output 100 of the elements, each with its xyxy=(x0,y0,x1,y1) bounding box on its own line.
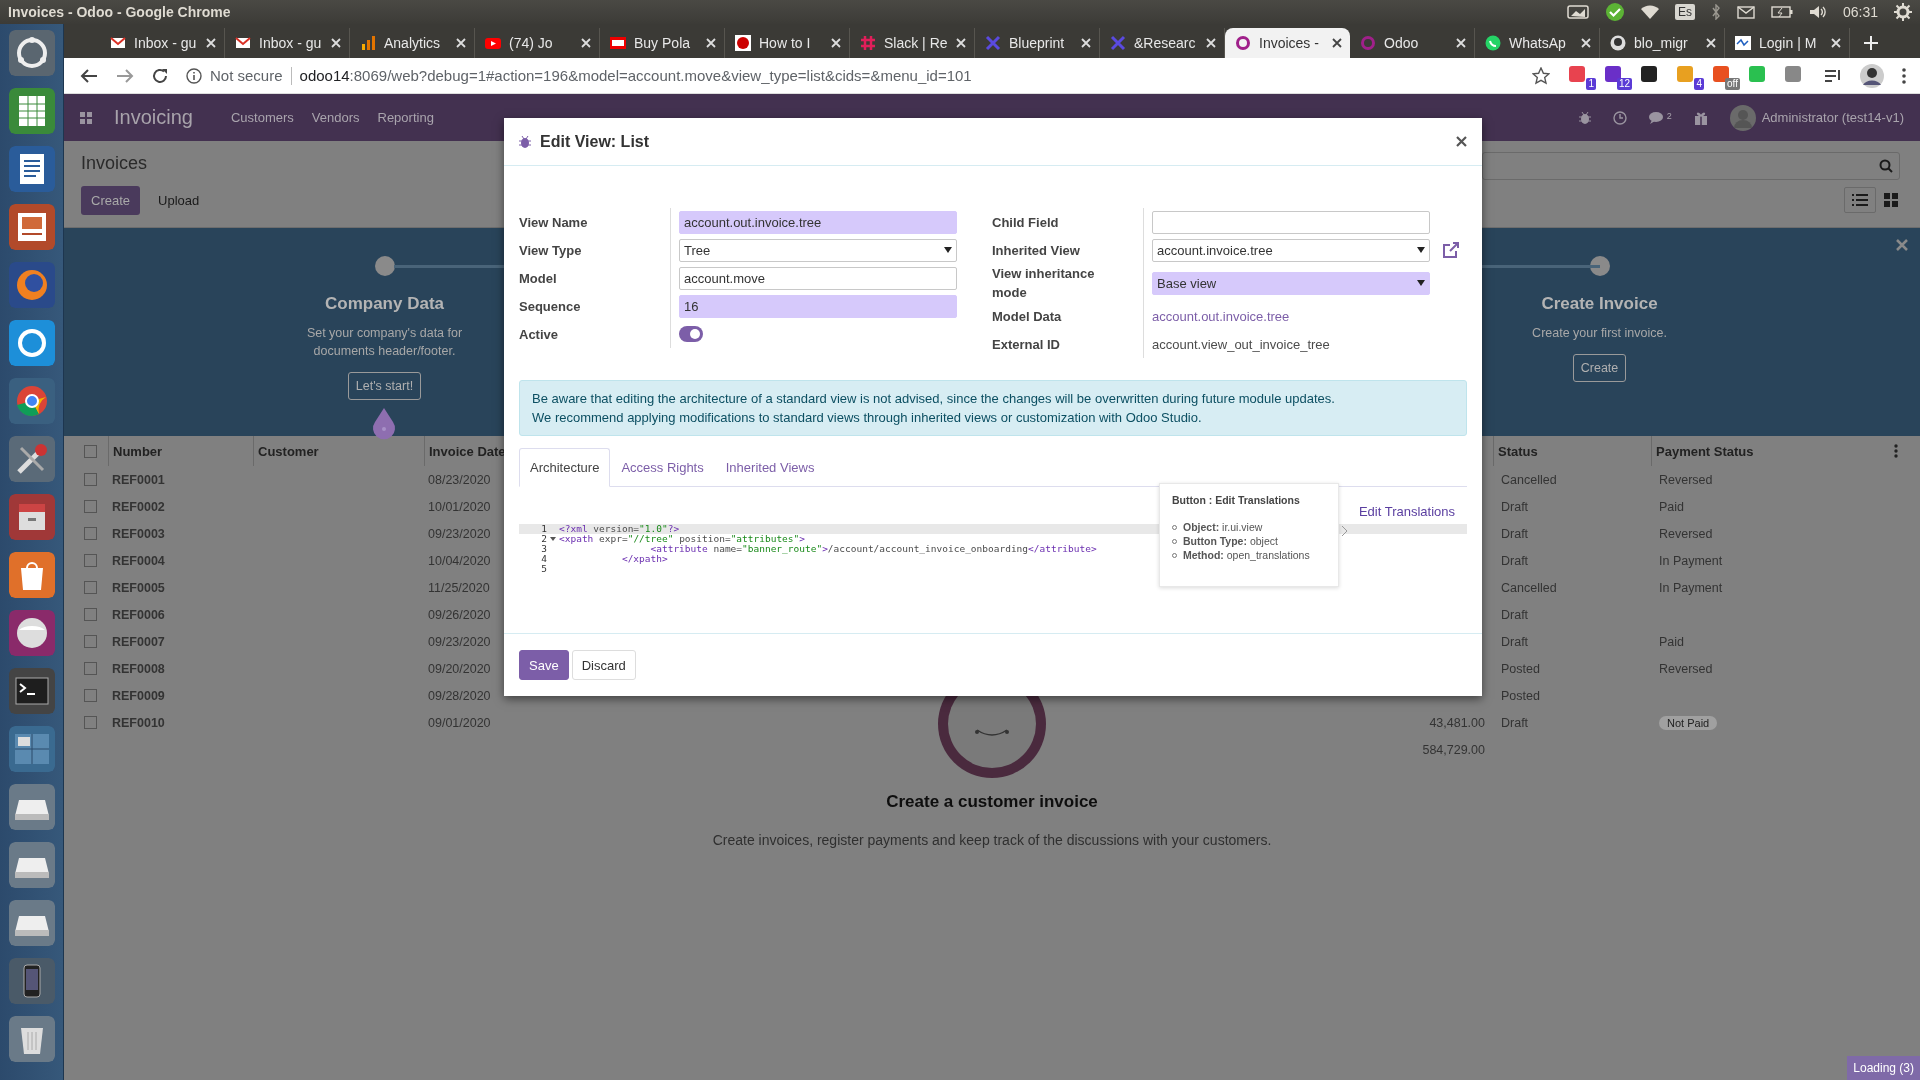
spreadsheet-icon[interactable] xyxy=(8,88,55,134)
options-icon[interactable] xyxy=(1894,444,1898,458)
close-button[interactable] xyxy=(1456,136,1467,147)
reload-icon[interactable] xyxy=(152,67,168,84)
tools-icon[interactable] xyxy=(8,436,55,482)
step-title: Company Data xyxy=(325,294,444,314)
caret-icon[interactable] xyxy=(1417,247,1425,253)
table-cell: REF0005 xyxy=(112,580,165,595)
column-header[interactable]: Customer xyxy=(258,443,319,459)
playlist-icon[interactable] xyxy=(1824,67,1842,84)
extension-icon[interactable] xyxy=(1640,64,1658,83)
document-icon[interactable] xyxy=(8,146,55,192)
settings-icon[interactable] xyxy=(1894,3,1912,21)
bug-icon[interactable] xyxy=(1578,110,1591,125)
input-field[interactable]: account.out.invoice.tree xyxy=(679,210,957,234)
row-checkbox[interactable] xyxy=(84,608,97,621)
row-checkbox[interactable] xyxy=(84,581,97,594)
row-checkbox[interactable] xyxy=(84,500,97,513)
browser-tab[interactable]: Invoices - xyxy=(1225,28,1350,58)
row-checkbox[interactable] xyxy=(84,662,97,675)
input-field[interactable]: account.move xyxy=(679,266,957,290)
discard-button[interactable]: Discard xyxy=(571,650,636,680)
step-button[interactable]: Create xyxy=(1572,354,1627,382)
field-label: View Type xyxy=(519,241,582,260)
select-field[interactable]: Tree xyxy=(679,238,957,262)
phone-icon[interactable] xyxy=(8,958,55,1004)
menu-item[interactable]: Reporting xyxy=(377,110,434,125)
menu-item[interactable]: Vendors xyxy=(311,110,360,125)
url-text[interactable]: odoo14:8069/web?debug=1#action=196&model=account.move&view_type=list&cids=&menu_id=101 xyxy=(299,67,972,84)
star-icon[interactable] xyxy=(1532,66,1550,85)
row-checkbox[interactable] xyxy=(84,473,97,486)
tab[interactable]: Access Rights xyxy=(610,448,715,487)
volume-icon[interactable] xyxy=(1808,5,1827,19)
window-icon[interactable] xyxy=(8,726,55,772)
row-checkbox[interactable] xyxy=(84,716,97,729)
terminal-icon[interactable] xyxy=(8,668,55,714)
step-button[interactable]: Let's start! xyxy=(347,372,422,400)
shopping-bag-icon[interactable] xyxy=(8,552,55,598)
chart-logo-icon xyxy=(1735,35,1751,51)
new-tab-icon[interactable] xyxy=(1864,36,1878,50)
user-name[interactable]: Administrator (test14-v1) xyxy=(1761,110,1904,125)
row-checkbox[interactable] xyxy=(84,635,97,648)
browser-icon[interactable] xyxy=(8,378,55,424)
edit-translations-link[interactable]: Edit Translations xyxy=(1358,503,1455,519)
cloud-icon[interactable] xyxy=(1566,5,1589,19)
column-header[interactable]: Invoice Date xyxy=(429,443,506,459)
battery-icon[interactable] xyxy=(1770,6,1793,18)
trash-icon[interactable] xyxy=(8,1016,55,1062)
column-header[interactable]: Number xyxy=(113,443,163,459)
forward-icon[interactable] xyxy=(116,67,134,84)
wifi-icon[interactable] xyxy=(1640,5,1659,19)
tab[interactable]: Architecture xyxy=(519,448,611,487)
clock[interactable]: 06:31 xyxy=(1842,4,1878,20)
search-field[interactable] xyxy=(1482,152,1900,180)
upload-button[interactable]: Upload xyxy=(152,192,206,209)
tooltip-item: Method: open_translations xyxy=(1183,549,1310,561)
menu-icon[interactable] xyxy=(1902,67,1906,84)
app-name[interactable]: Invoicing xyxy=(114,106,193,129)
presentation-icon[interactable] xyxy=(8,204,55,250)
info-icon[interactable] xyxy=(186,67,202,84)
close-icon[interactable] xyxy=(1332,38,1342,48)
archive-icon[interactable] xyxy=(8,494,55,540)
security-label[interactable]: Not secure xyxy=(210,67,283,84)
column-header[interactable]: Status xyxy=(1498,443,1538,459)
select-field[interactable]: Base view xyxy=(1152,271,1430,295)
check-icon[interactable] xyxy=(1604,2,1625,22)
caret-icon[interactable] xyxy=(944,247,952,253)
back-icon[interactable] xyxy=(80,67,98,84)
kanban-icon[interactable] xyxy=(1884,193,1898,207)
input-field[interactable]: 16 xyxy=(679,294,957,318)
row-checkbox[interactable] xyxy=(84,527,97,540)
record-link[interactable]: account.out.invoice.tree xyxy=(1152,308,1290,324)
gift-icon[interactable] xyxy=(1693,110,1708,125)
caret-icon[interactable] xyxy=(1417,280,1425,286)
table-cell: REF0003 xyxy=(112,526,165,541)
external-link-icon[interactable] xyxy=(1442,241,1460,259)
list-view-button[interactable] xyxy=(1844,187,1876,213)
profile-avatar[interactable] xyxy=(1860,63,1884,88)
clock-icon[interactable] xyxy=(1612,110,1627,125)
row-checkbox[interactable] xyxy=(84,689,97,702)
table-cell: 10/04/2020 xyxy=(428,553,491,568)
bluetooth-icon[interactable] xyxy=(1710,4,1721,20)
create-button[interactable]: Create xyxy=(81,186,141,215)
keyboard-layout[interactable]: Es xyxy=(1674,4,1695,20)
select-all-checkbox[interactable] xyxy=(84,444,97,458)
mail-icon[interactable] xyxy=(1736,5,1755,19)
menu-item[interactable]: Customers xyxy=(230,110,294,125)
globe-icon[interactable] xyxy=(8,262,55,308)
combo-field[interactable]: account.invoice.tree xyxy=(1152,238,1430,262)
cross-logo-icon xyxy=(1110,35,1126,51)
input-field[interactable] xyxy=(1152,210,1430,234)
tab[interactable]: Inherited Views xyxy=(714,448,826,487)
fold-icon[interactable] xyxy=(550,537,556,541)
circle-logo-icon[interactable] xyxy=(8,30,55,76)
column-header[interactable]: Payment Status xyxy=(1656,443,1754,459)
row-checkbox[interactable] xyxy=(84,554,97,567)
save-button[interactable]: Save xyxy=(519,650,569,680)
apps-icon[interactable] xyxy=(80,111,92,124)
field-label: Active xyxy=(519,325,559,344)
toggle-switch[interactable] xyxy=(679,326,703,342)
